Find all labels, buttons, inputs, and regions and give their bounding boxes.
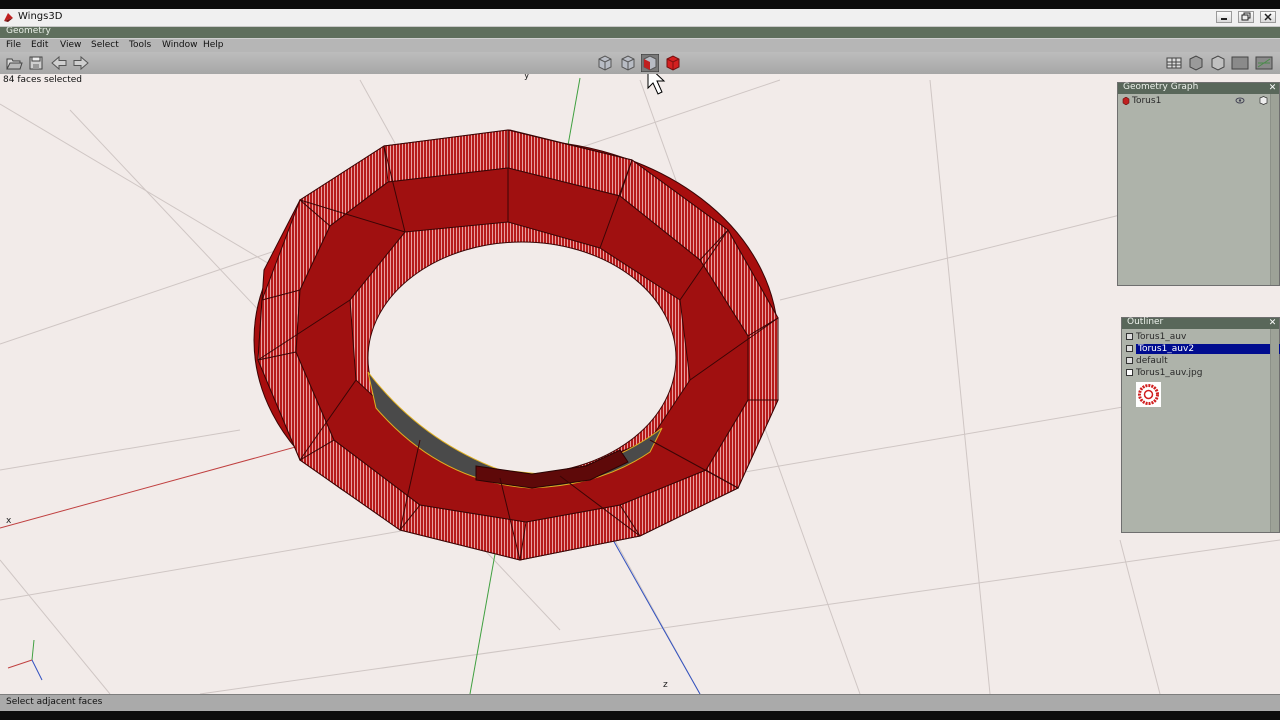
status-text: Select adjacent faces	[6, 697, 103, 707]
vertex-mode-icon[interactable]	[596, 54, 614, 72]
material-icon	[1126, 333, 1133, 340]
outliner-item[interactable]: Torus1_auv	[1126, 332, 1186, 343]
visibility-eye-icon[interactable]	[1235, 96, 1245, 105]
geometry-graph-panel: Geometry Graph ✕ Torus1	[1117, 82, 1280, 286]
redo-icon[interactable]	[72, 54, 90, 72]
outliner-scrollbar[interactable]	[1270, 329, 1279, 532]
torus-mesh[interactable]	[253, 129, 779, 561]
toolbar	[0, 52, 1280, 75]
outliner-close-button[interactable]: ✕	[1268, 319, 1277, 328]
geometry-graph-item[interactable]: Torus1	[1122, 96, 1161, 107]
outliner-panel: Outliner ✕ Torus1_auv Torus1_auv2 defaul…	[1121, 317, 1280, 533]
save-icon[interactable]	[27, 54, 45, 72]
wireframe-icon[interactable]	[1209, 54, 1227, 72]
geometry-graph-close-button[interactable]: ✕	[1268, 84, 1277, 93]
geometry-graph-title: Geometry Graph	[1123, 82, 1199, 92]
scene-canvas[interactable]	[0, 74, 1280, 694]
wings3d-app-icon	[4, 13, 13, 22]
menu-window[interactable]: Window	[162, 40, 198, 50]
outliner-item-label: Torus1_auv	[1136, 332, 1187, 342]
minimize-button[interactable]	[1216, 11, 1232, 23]
geometry-graph-scrollbar[interactable]	[1270, 94, 1279, 285]
close-button[interactable]	[1260, 11, 1276, 23]
mouse-cursor-icon	[647, 74, 666, 95]
outliner-item[interactable]: Torus1_auv.jpg	[1126, 368, 1202, 379]
menu-tools[interactable]: Tools	[129, 40, 151, 50]
menu-file[interactable]: File	[6, 40, 21, 50]
object-icon	[1122, 96, 1130, 105]
outliner-item[interactable]: default	[1126, 356, 1168, 367]
axes-icon[interactable]	[1255, 54, 1273, 72]
open-icon[interactable]	[5, 54, 23, 72]
texture-thumbnail[interactable]	[1136, 382, 1161, 407]
menu-help[interactable]: Help	[203, 40, 224, 50]
smooth-shade-icon[interactable]	[1187, 54, 1205, 72]
face-mode-icon[interactable]	[641, 54, 659, 72]
grid-icon[interactable]	[1165, 54, 1183, 72]
mini-axis-gizmo	[7, 639, 43, 681]
outliner-title: Outliner	[1127, 317, 1164, 327]
menu-bar: File Edit View Select Tools Window Help	[0, 38, 1280, 53]
screen-border	[0, 711, 1280, 720]
status-bar: Select adjacent faces	[0, 694, 1280, 711]
y-axis-label: y	[524, 74, 530, 81]
undo-icon[interactable]	[50, 54, 68, 72]
outliner-item-label: Torus1_auv.jpg	[1136, 368, 1203, 378]
x-axis-label: x	[6, 516, 12, 526]
z-axis-label: z	[663, 680, 668, 690]
mode-label: Geometry	[6, 26, 51, 36]
body-mode-icon[interactable]	[664, 54, 682, 72]
geometry-graph-item-label: Torus1	[1132, 96, 1162, 106]
menu-view[interactable]: View	[60, 40, 81, 50]
window-title: Wings3D	[18, 11, 63, 22]
window-titlebar: Wings3D	[0, 9, 1280, 27]
xray-icon[interactable]	[1231, 54, 1249, 72]
maximize-button[interactable]	[1238, 11, 1254, 23]
minimize-icon	[1221, 18, 1227, 20]
3d-viewport[interactable]: 84 faces selected y x z Geometry Graph ✕…	[0, 74, 1280, 694]
outliner-item-label: Torus1_auv2	[1136, 344, 1280, 354]
material-icon	[1126, 357, 1133, 364]
close-icon	[1264, 13, 1272, 21]
geometry-graph-header: Geometry Graph ✕	[1118, 82, 1279, 94]
mode-bar: Geometry	[0, 26, 1280, 38]
outliner-header: Outliner ✕	[1122, 317, 1279, 329]
menu-select[interactable]: Select	[91, 40, 119, 50]
wireframe-toggle-icon[interactable]	[1259, 96, 1268, 105]
image-icon	[1126, 369, 1133, 376]
outliner-item-label: default	[1136, 356, 1168, 366]
menu-edit[interactable]: Edit	[31, 40, 48, 50]
outliner-item-selected[interactable]: Torus1_auv2	[1126, 344, 1280, 355]
edge-mode-icon[interactable]	[619, 54, 637, 72]
material-icon	[1126, 345, 1133, 352]
selection-info: 84 faces selected	[3, 75, 83, 85]
restore-icon	[1241, 12, 1251, 21]
